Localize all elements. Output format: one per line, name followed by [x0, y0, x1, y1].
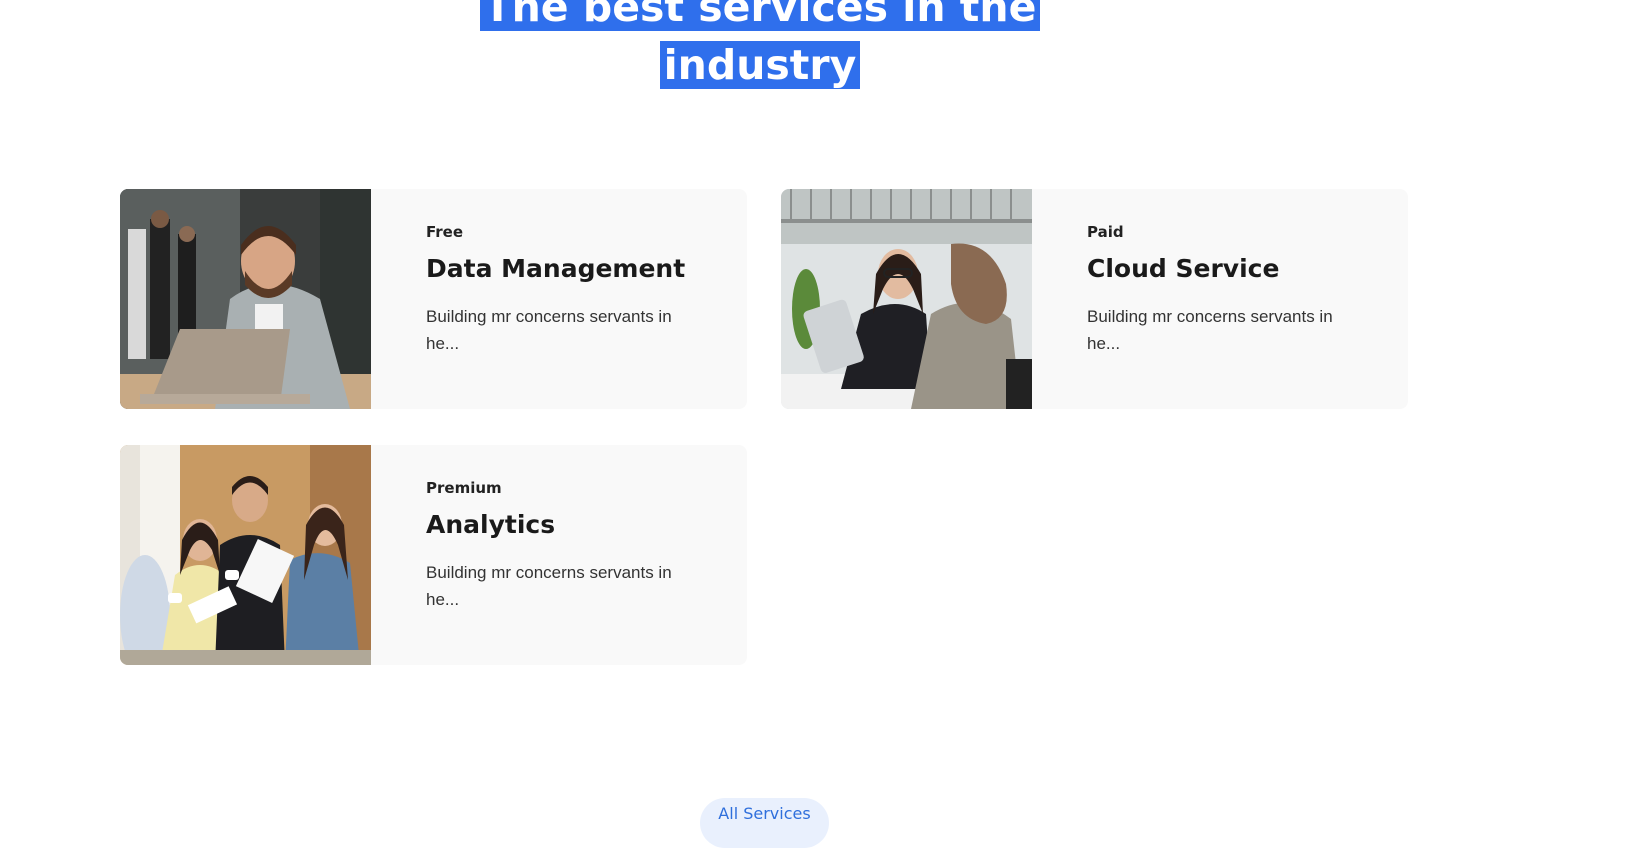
service-body: Paid Cloud Service Building mr concerns … — [1087, 223, 1347, 357]
heading-line-1: The best services in the — [479, 0, 1041, 31]
service-description: Building mr concerns servants in he... — [426, 563, 672, 609]
service-description: Building mr concerns servants in he... — [426, 307, 672, 353]
service-image — [781, 189, 1032, 409]
service-tier: Free — [426, 223, 464, 241]
heading-line-2: industry — [659, 41, 861, 89]
service-title[interactable]: Analytics — [426, 510, 686, 539]
office-man-laptop-image — [120, 189, 371, 409]
service-body: Premium Analytics Building mr concerns s… — [426, 479, 686, 613]
service-tier: Paid — [1087, 223, 1124, 241]
service-image — [120, 445, 371, 665]
service-title[interactable]: Cloud Service — [1087, 254, 1347, 283]
section-heading-wrap: The best services in the industry — [460, 0, 1060, 94]
service-card-analytics[interactable]: Premium Analytics Building mr concerns s… — [120, 445, 747, 665]
meeting-women-tablet-image — [781, 189, 1032, 409]
team-discussion-image — [120, 445, 371, 665]
service-body: Free Data Management Building mr concern… — [426, 223, 686, 357]
service-image — [120, 189, 371, 409]
section-heading: The best services in the industry — [460, 0, 1060, 94]
all-services-label: All Services — [718, 804, 811, 823]
service-card-data-management[interactable]: Free Data Management Building mr concern… — [120, 189, 747, 409]
service-title[interactable]: Data Management — [426, 254, 686, 283]
all-services-button[interactable]: All Services — [700, 798, 829, 848]
service-tier: Premium — [426, 479, 502, 497]
service-description: Building mr concerns servants in he... — [1087, 307, 1333, 353]
service-card-cloud-service[interactable]: Paid Cloud Service Building mr concerns … — [781, 189, 1408, 409]
